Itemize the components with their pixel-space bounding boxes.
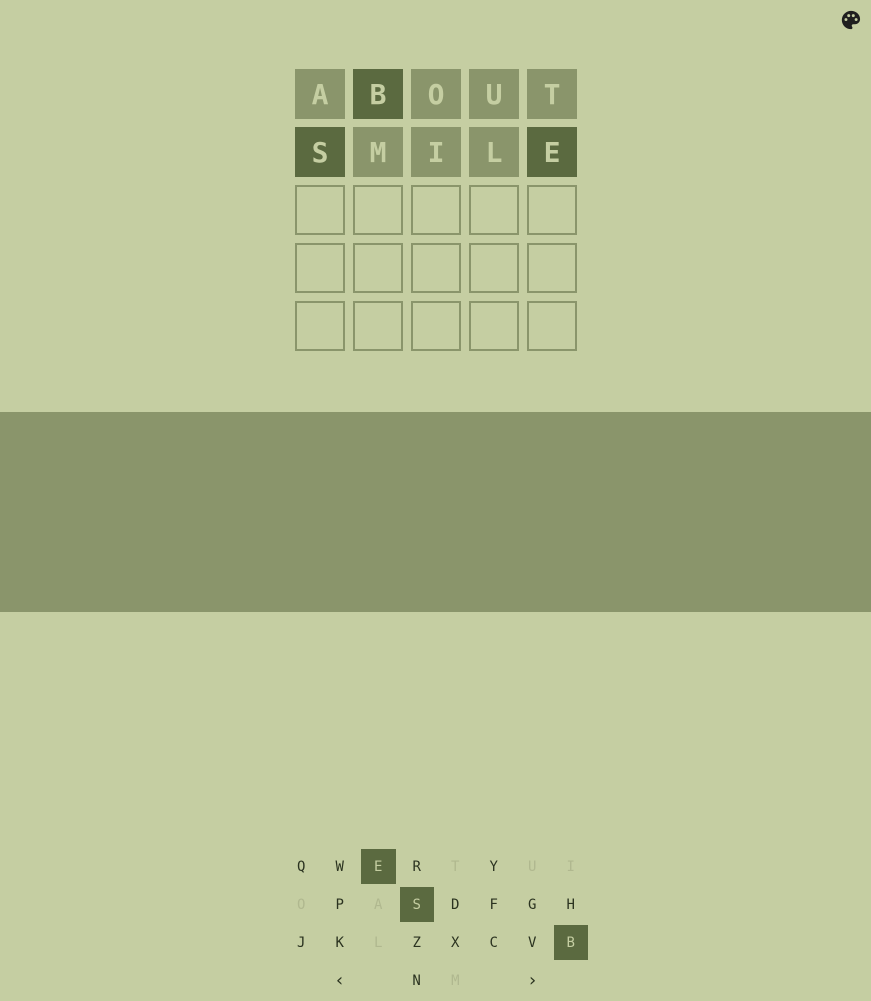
game-board: ABOUT SMILE <box>295 69 577 359</box>
board-cell: S <box>295 127 345 177</box>
board-cell <box>527 301 577 351</box>
key-b[interactable]: B <box>553 925 588 960</box>
board-row <box>295 185 577 235</box>
board-row: ABOUT <box>295 69 577 119</box>
key-f[interactable]: F <box>476 887 511 922</box>
key-i[interactable]: I <box>554 849 589 884</box>
board-cell <box>353 243 403 293</box>
on-screen-keyboard: Q W E R T Y U I O P A S D F G H J K L Z X C V B ‹ N M › <box>284 849 588 1001</box>
key-g[interactable]: G <box>515 887 550 922</box>
board-cell <box>527 185 577 235</box>
backspace-key[interactable]: ‹ <box>284 963 396 998</box>
board-cell: A <box>295 69 345 119</box>
key-t[interactable]: T <box>438 849 473 884</box>
board-cell <box>411 301 461 351</box>
key-h[interactable]: H <box>553 887 588 922</box>
keyboard-row: OPASDFGH <box>284 887 588 922</box>
board-cell: L <box>469 127 519 177</box>
board-cell <box>469 243 519 293</box>
key-m[interactable]: M <box>438 963 473 998</box>
board-cell: T <box>527 69 577 119</box>
board-cell <box>295 301 345 351</box>
board-cell: O <box>411 69 461 119</box>
key-j[interactable]: J <box>284 925 319 960</box>
key-d[interactable]: D <box>438 887 473 922</box>
key-u[interactable]: U <box>515 849 550 884</box>
board-cell <box>295 243 345 293</box>
keyboard-area: Q W E R T Y U I O P A S D F G H J K L Z X C V B ‹ N M › <box>0 412 871 998</box>
keyboard-row: ‹ N M › <box>284 963 588 998</box>
key-p[interactable]: P <box>322 887 357 922</box>
key-l[interactable]: L <box>361 925 396 960</box>
board-cell <box>353 301 403 351</box>
game-area: ABOUT SMILE <box>0 0 871 412</box>
key-s[interactable]: S <box>399 887 434 922</box>
key-e[interactable]: E <box>361 849 396 884</box>
key-r[interactable]: R <box>399 849 434 884</box>
board-cell: U <box>469 69 519 119</box>
key-a[interactable]: A <box>361 887 396 922</box>
board-cell <box>411 243 461 293</box>
enter-key[interactable]: › <box>476 963 588 998</box>
key-z[interactable]: Z <box>399 925 434 960</box>
key-n[interactable]: N <box>399 963 434 998</box>
board-row <box>295 243 577 293</box>
board-cell <box>411 185 461 235</box>
board-cell: B <box>353 69 403 119</box>
key-y[interactable]: Y <box>476 849 511 884</box>
keyboard-row: QWERTYUI <box>284 849 588 884</box>
palette-icon[interactable] <box>840 9 862 31</box>
key-k[interactable]: K <box>322 925 357 960</box>
key-x[interactable]: X <box>438 925 473 960</box>
board-cell <box>527 243 577 293</box>
key-o[interactable]: O <box>284 887 319 922</box>
board-cell: I <box>411 127 461 177</box>
board-cell <box>295 185 345 235</box>
board-row <box>295 301 577 351</box>
key-q[interactable]: Q <box>284 849 319 884</box>
key-v[interactable]: V <box>515 925 550 960</box>
board-cell <box>469 185 519 235</box>
board-cell <box>353 185 403 235</box>
key-c[interactable]: C <box>476 925 511 960</box>
board-row: SMILE <box>295 127 577 177</box>
board-cell: E <box>527 127 577 177</box>
keyboard-row: JKLZXCVB <box>284 925 588 960</box>
key-w[interactable]: W <box>322 849 357 884</box>
board-cell: M <box>353 127 403 177</box>
board-cell <box>469 301 519 351</box>
